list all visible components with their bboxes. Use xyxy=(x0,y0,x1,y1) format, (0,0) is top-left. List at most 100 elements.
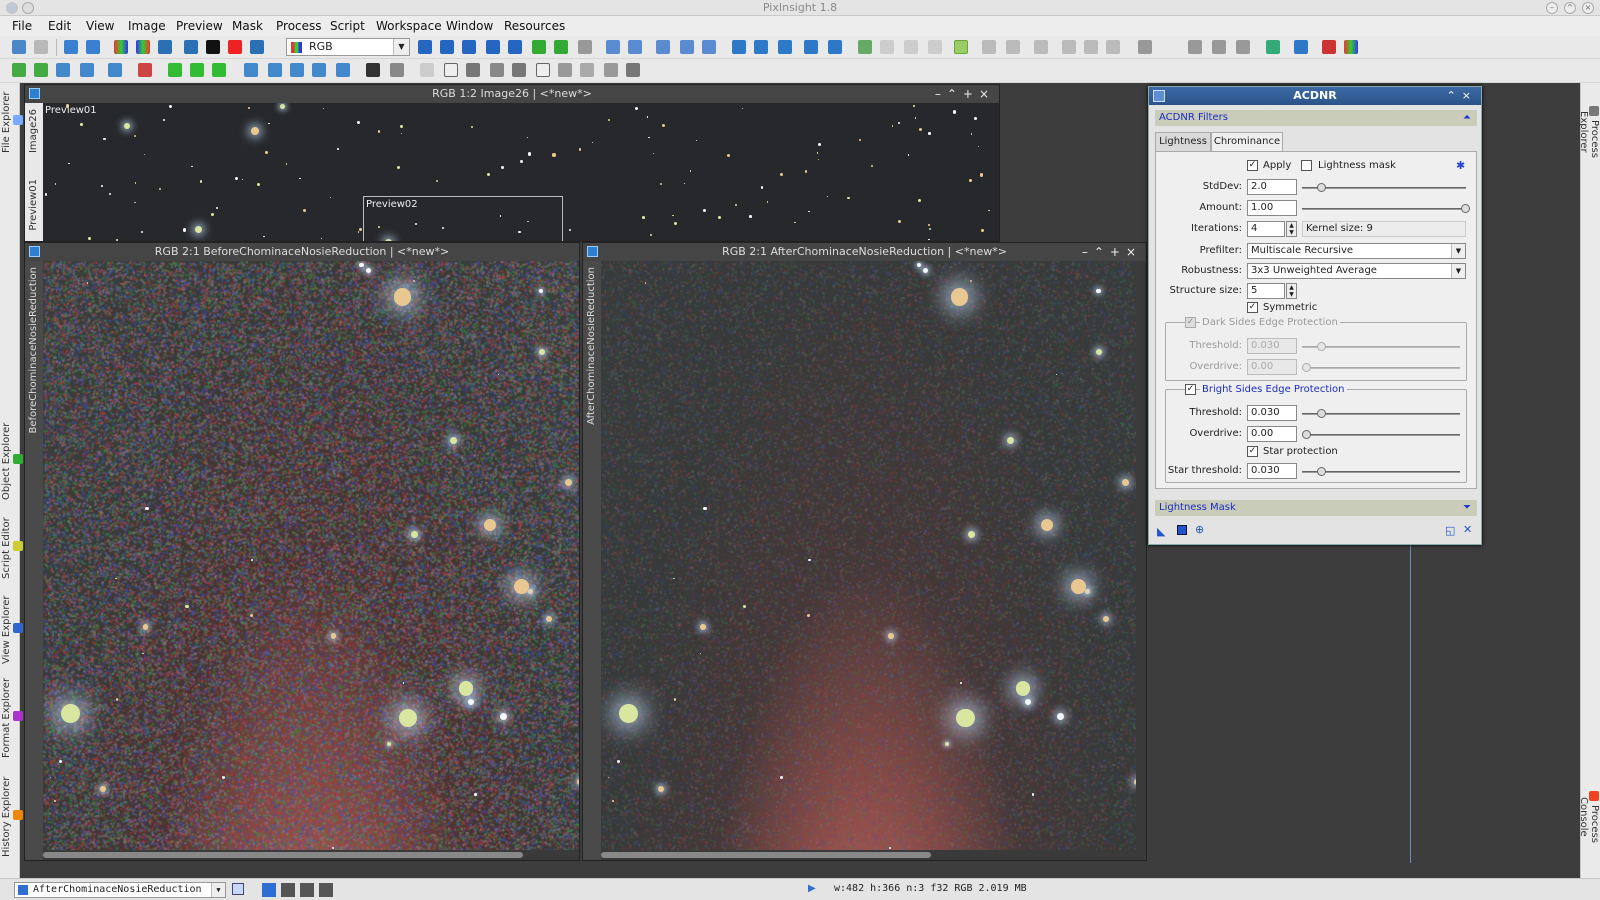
levels-icon[interactable] xyxy=(1236,40,1250,54)
process-4-icon[interactable] xyxy=(80,63,94,77)
dynamic-mode-icon[interactable] xyxy=(508,40,522,54)
acdnr-dialog[interactable]: ACDNR ⌃× ACDNR Filters ⏶ Lightness Chromin… xyxy=(1148,86,1482,545)
rotate-icon[interactable] xyxy=(244,63,258,77)
channel-icon[interactable] xyxy=(158,40,172,54)
select-preview-icon[interactable] xyxy=(554,40,568,54)
process-6-icon[interactable] xyxy=(138,63,152,77)
mask-show-icon[interactable] xyxy=(206,40,220,54)
rotate-ccw-icon[interactable] xyxy=(268,63,282,77)
mask-black-icon[interactable] xyxy=(366,63,380,77)
bright-sides-checkbox[interactable]: ✓ xyxy=(1185,384,1196,395)
channel-rgb-icon[interactable] xyxy=(262,883,276,897)
stf-icon[interactable] xyxy=(858,40,872,54)
mask-gray-icon[interactable] xyxy=(390,63,404,77)
color-mode-select[interactable]: RGB ▼ xyxy=(286,38,410,56)
dark-threshold-slider[interactable] xyxy=(1302,342,1460,351)
process-7-icon[interactable] xyxy=(168,63,182,77)
slider-knob[interactable] xyxy=(1461,204,1470,213)
star-protection-checkbox[interactable]: ✓ xyxy=(1247,446,1258,457)
cascade-icon[interactable] xyxy=(778,40,792,54)
histogram-icon[interactable] xyxy=(1138,40,1152,54)
reset-icon[interactable]: ✕ xyxy=(1463,523,1472,536)
swatch-6-icon[interactable] xyxy=(580,63,594,77)
color-calibration-icon[interactable] xyxy=(1266,40,1280,54)
symmetric-checkbox[interactable]: ✓ xyxy=(1247,302,1258,313)
channel-r-icon[interactable] xyxy=(281,883,295,897)
before-hscroll[interactable] xyxy=(43,850,579,860)
menu-edit[interactable]: Edit xyxy=(48,19,71,33)
script-icon[interactable] xyxy=(982,40,996,54)
process-5-icon[interactable] xyxy=(108,63,122,77)
menu-process[interactable]: Process xyxy=(276,19,322,33)
slider-knob[interactable] xyxy=(1316,183,1326,192)
view-explorer-tab[interactable]: View Explorer xyxy=(1,591,23,669)
window-controls[interactable]: –⌃+× xyxy=(935,85,995,103)
process-explorer-tab[interactable]: Process Explorer xyxy=(1578,87,1600,177)
acdnr-filters-section[interactable]: ACDNR Filters ⏶ xyxy=(1155,110,1477,126)
menu-image[interactable]: Image xyxy=(128,19,166,33)
process-1-icon[interactable] xyxy=(12,63,26,77)
channel-swap-icon[interactable] xyxy=(136,40,150,54)
slider-knob[interactable] xyxy=(1317,409,1326,418)
deiconize-icon[interactable] xyxy=(828,40,842,54)
amount-slider[interactable] xyxy=(1302,204,1470,213)
swatch-5-icon[interactable] xyxy=(558,63,572,77)
documentation-icon[interactable]: ◱ xyxy=(1445,524,1455,537)
acdnr-titlebar[interactable]: ACDNR ⌃× xyxy=(1149,87,1481,105)
mirror-v-icon[interactable] xyxy=(336,63,350,77)
dialog-controls[interactable]: ⌃× xyxy=(1447,87,1477,105)
stf-link-icon[interactable] xyxy=(880,40,894,54)
swatch-7-icon[interactable] xyxy=(604,63,618,77)
star-threshold-slider[interactable] xyxy=(1302,467,1460,476)
stf-reset-icon[interactable] xyxy=(904,40,918,54)
tab-lightness[interactable]: Lightness xyxy=(1155,132,1211,152)
amount-input[interactable]: 1.00 xyxy=(1247,200,1297,216)
mask-icon[interactable] xyxy=(184,40,198,54)
mask-enable-icon[interactable] xyxy=(250,40,264,54)
image26-canvas[interactable]: Preview01 Preview02 xyxy=(43,103,999,241)
iterations-spinner[interactable]: ▲ ▼ xyxy=(1286,221,1297,237)
zoom-in-icon[interactable] xyxy=(606,40,620,54)
hand-icon[interactable] xyxy=(1034,40,1048,54)
stf-auto-icon[interactable] xyxy=(928,40,942,54)
structure-size-input[interactable]: 5 xyxy=(1247,283,1285,299)
redo-icon[interactable] xyxy=(34,40,48,54)
minimize-icon[interactable]: – xyxy=(1546,2,1558,14)
iconize-icon[interactable] xyxy=(804,40,818,54)
bright-overdrive-slider[interactable] xyxy=(1302,430,1460,439)
play-icon[interactable]: ▶ xyxy=(808,883,816,894)
tab-chrominance[interactable]: Chrominance xyxy=(1211,132,1283,152)
lightness-mask-section[interactable]: Lightness Mask ⏷ xyxy=(1155,500,1477,516)
zoom-out-icon[interactable] xyxy=(628,40,642,54)
structure-size-spinner[interactable]: ▲ ▼ xyxy=(1286,283,1297,299)
menu-window[interactable]: Window xyxy=(446,19,493,33)
bright-threshold-slider[interactable] xyxy=(1302,409,1460,418)
realtime-preview-icon[interactable]: ⊕ xyxy=(1195,523,1204,536)
link-icon[interactable] xyxy=(1062,40,1076,54)
close-icon[interactable]: × xyxy=(1582,2,1594,14)
readout-mode-icon[interactable] xyxy=(418,40,432,54)
channel-g-icon[interactable] xyxy=(300,883,314,897)
iterations-input[interactable]: 4 xyxy=(1247,221,1285,237)
zoom-1-1-icon[interactable] xyxy=(656,40,670,54)
format-explorer-tab[interactable]: Format Explorer xyxy=(1,675,23,761)
crop-icon[interactable] xyxy=(1106,40,1120,54)
rgb-channel-icon[interactable] xyxy=(114,40,128,54)
menu-preview[interactable]: Preview xyxy=(176,19,223,33)
preview-toggle-icon[interactable]: ✱ xyxy=(1456,159,1468,172)
apply-square-icon[interactable] xyxy=(1177,525,1187,535)
prefilter-select[interactable]: Multiscale Recursive ▼ xyxy=(1247,243,1466,259)
process-9-icon[interactable] xyxy=(212,63,226,77)
pointer-icon[interactable] xyxy=(578,40,592,54)
preview-mode-icon[interactable] xyxy=(486,40,500,54)
rotate-cw-icon[interactable] xyxy=(290,63,304,77)
after-window[interactable]: RGB 2:1 AfterChominaceNosieReduction | <… xyxy=(582,242,1147,861)
menu-file[interactable]: File xyxy=(12,19,32,33)
tab-image26[interactable]: Image26 xyxy=(28,109,39,153)
edit-preview-icon[interactable] xyxy=(532,40,546,54)
console-icon[interactable] xyxy=(1006,40,1020,54)
after-vscroll[interactable] xyxy=(1136,261,1146,850)
slider-knob[interactable] xyxy=(1317,342,1326,351)
palette-icon[interactable] xyxy=(1344,40,1358,54)
color-icon[interactable] xyxy=(1322,40,1336,54)
